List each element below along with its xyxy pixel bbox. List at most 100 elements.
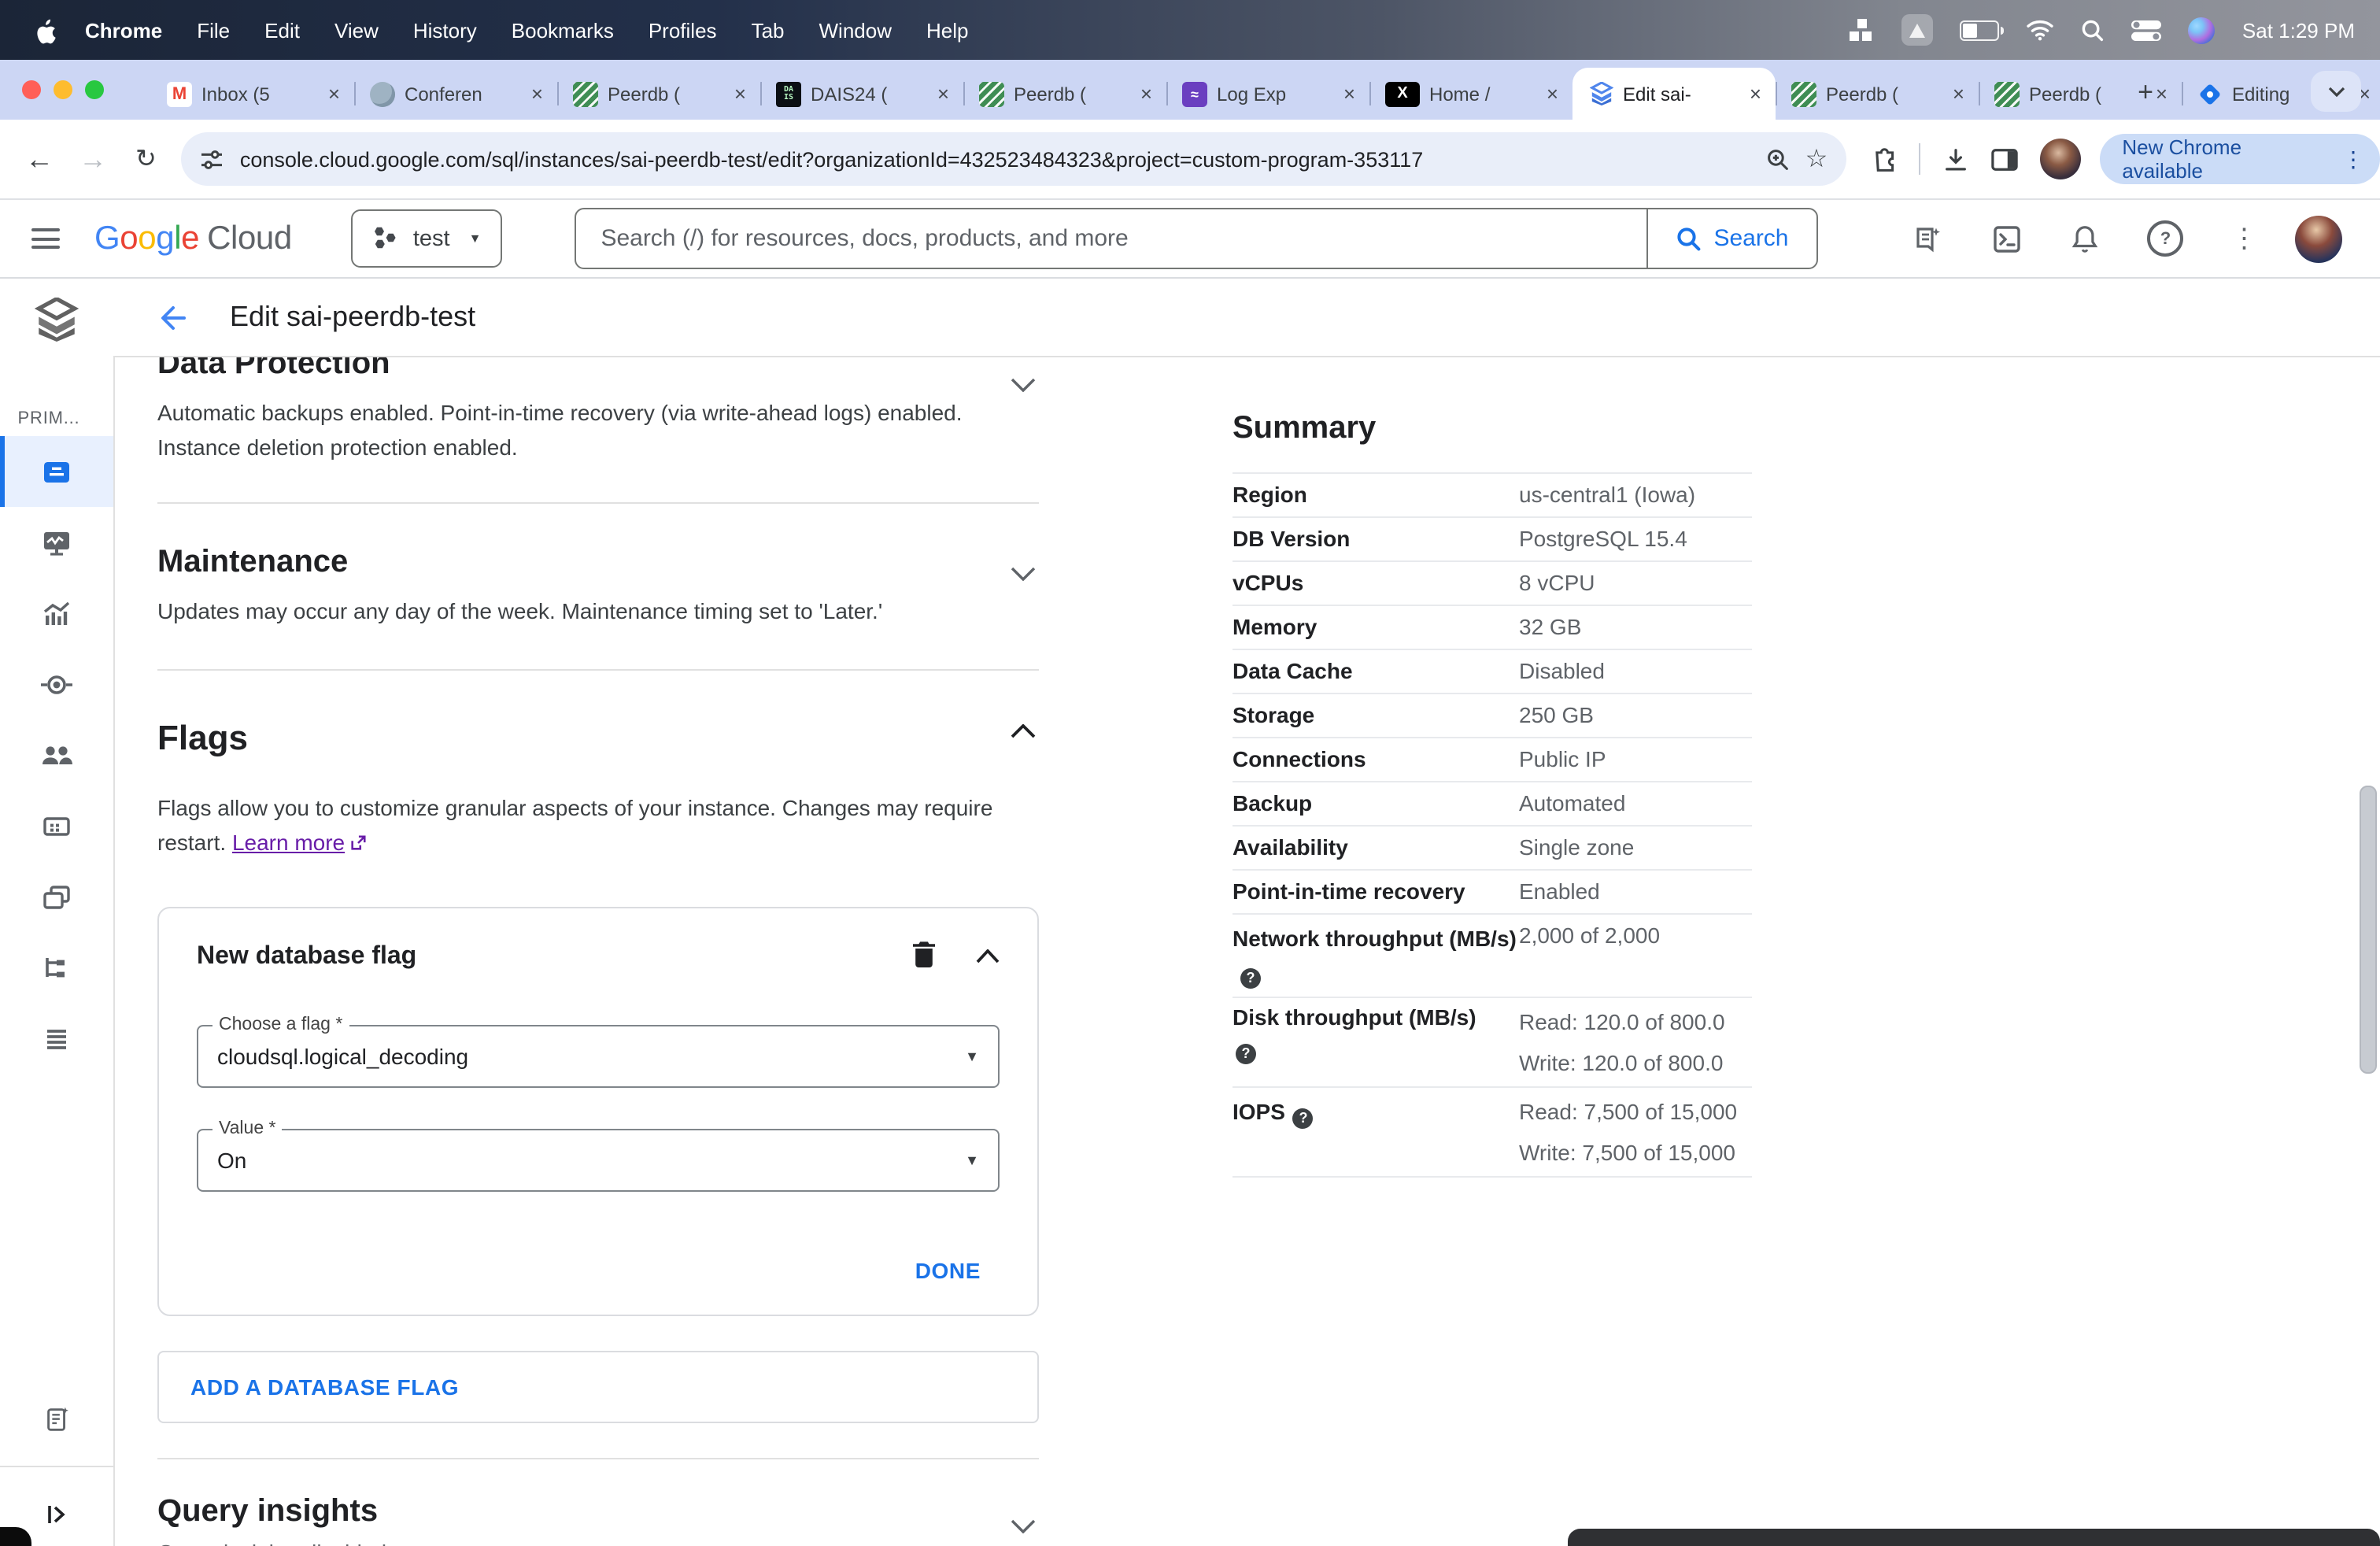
cloud-shell-icon[interactable]	[1992, 223, 2023, 254]
notifications-bell-icon[interactable]	[2071, 223, 2101, 254]
sidebar-item-users[interactable]	[0, 719, 113, 790]
side-panel-icon[interactable]	[1991, 147, 2019, 171]
summary-panel: Summary Region us-central1 (Iowa) DB Vers…	[1232, 357, 1752, 1178]
download-icon[interactable]	[1942, 146, 1969, 172]
learn-more-link[interactable]: Learn more	[232, 830, 345, 855]
help-icon[interactable]: ?	[1292, 1108, 1314, 1128]
forward-icon[interactable]: →	[79, 142, 107, 176]
menu-help[interactable]: Help	[926, 18, 969, 42]
menu-bar-clock[interactable]: Sat 1:29 PM	[2242, 18, 2355, 42]
menu-file[interactable]: File	[197, 18, 230, 42]
release-notes-icon[interactable]	[1913, 223, 1945, 254]
tab-overflow-button[interactable]	[2311, 71, 2361, 112]
project-selector[interactable]: test ▼	[351, 209, 502, 268]
menubar-app-icon[interactable]	[1901, 14, 1934, 46]
menu-bookmarks[interactable]: Bookmarks	[512, 18, 614, 42]
section-flags: Flags Flags allow you to customize granu…	[157, 718, 1039, 860]
tab-log-explorer[interactable]: ≈ Log Exp ×	[1166, 68, 1369, 120]
battery-icon[interactable]	[1960, 20, 2005, 40]
siri-icon[interactable]	[2188, 17, 2216, 43]
flag-value-select[interactable]: Value * On ▼	[197, 1119, 1000, 1192]
close-icon[interactable]: ×	[730, 82, 751, 105]
google-cloud-logo[interactable]: Google Cloud	[94, 220, 292, 257]
cloud-search-button[interactable]: Search	[1646, 208, 1819, 269]
divider	[157, 502, 1039, 504]
menu-app-name[interactable]: Chrome	[85, 18, 162, 42]
delete-flag-icon[interactable]	[911, 940, 937, 968]
cloud-search-field[interactable]	[574, 208, 1648, 269]
url-text[interactable]: console.cloud.google.com/sql/instances/s…	[240, 147, 1750, 171]
back-arrow-icon[interactable]	[157, 301, 189, 333]
menu-window[interactable]: Window	[819, 18, 893, 42]
browser-profile-avatar[interactable]	[2040, 139, 2082, 179]
new-tab-button[interactable]: +	[2125, 72, 2166, 113]
extensions-icon[interactable]	[1868, 145, 1897, 173]
menu-edit[interactable]: Edit	[264, 18, 300, 42]
choose-flag-select[interactable]: Choose a flag * cloudsql.logical_decodin…	[197, 1015, 1000, 1088]
spotlight-search-icon[interactable]	[2082, 18, 2105, 42]
tabs: M Inbox (5 × Conferen × Peerdb ( × DA IS …	[151, 68, 2380, 120]
expand-section-icon[interactable]	[1011, 378, 1036, 392]
back-icon[interactable]: ←	[25, 142, 54, 176]
close-icon[interactable]: ×	[1339, 82, 1360, 105]
sidebar-item-release-notes[interactable]	[0, 1387, 113, 1450]
done-button[interactable]: DONE	[915, 1258, 981, 1283]
tab-inbox[interactable]: M Inbox (5 ×	[151, 68, 354, 120]
more-menu-icon[interactable]: ⋮	[2336, 146, 2371, 172]
help-icon[interactable]: ?	[1236, 1044, 1256, 1064]
expand-section-icon[interactable]	[1011, 567, 1036, 581]
collapse-card-icon[interactable]	[976, 949, 1000, 963]
close-icon[interactable]: ×	[527, 82, 548, 105]
sidebar-item-system-insights[interactable]	[0, 507, 113, 578]
address-bar[interactable]: console.cloud.google.com/sql/instances/s…	[181, 132, 1847, 186]
tab-peerdb-2[interactable]: Peerdb ( ×	[963, 68, 1166, 120]
help-icon[interactable]: ?	[1240, 968, 1261, 989]
close-icon[interactable]: ×	[323, 82, 345, 105]
hamburger-menu-icon[interactable]	[31, 223, 60, 254]
vertical-scrollbar[interactable]	[2360, 786, 2377, 1074]
close-icon[interactable]: ×	[1948, 82, 1969, 105]
tab-dais[interactable]: DA IS DAIS24 ( ×	[760, 68, 963, 120]
tab-edit-sai-active[interactable]: Edit sai- ×	[1572, 68, 1776, 120]
chrome-update-button[interactable]: New Chrome available ⋮	[2100, 134, 2380, 184]
bottom-dark-panel	[1568, 1529, 2380, 1546]
menu-tab[interactable]: Tab	[752, 18, 785, 42]
add-database-flag-button[interactable]: ADD A DATABASE FLAG	[157, 1351, 1039, 1423]
cloud-search-input[interactable]	[597, 224, 1624, 253]
sidebar-item-overview[interactable]	[0, 436, 113, 507]
bookmark-star-icon[interactable]: ☆	[1805, 143, 1828, 175]
sidebar-item-connections[interactable]	[0, 649, 113, 719]
zoom-in-icon[interactable]	[1766, 147, 1790, 171]
wifi-icon[interactable]	[2027, 19, 2055, 41]
reload-icon[interactable]: ↻	[135, 143, 157, 175]
control-center-icon[interactable]	[2131, 20, 2162, 40]
sidebar-item-databases[interactable]	[0, 790, 113, 861]
expand-section-icon[interactable]	[1011, 1519, 1036, 1533]
window-grid-icon[interactable]	[1850, 18, 1876, 42]
sidebar-item-operations[interactable]	[0, 1003, 113, 1074]
minimize-window-button[interactable]	[54, 80, 72, 99]
close-icon[interactable]: ×	[933, 82, 954, 105]
tab-peerdb-1[interactable]: Peerdb ( ×	[557, 68, 760, 120]
menu-history[interactable]: History	[413, 18, 477, 42]
sidebar-item-replicas[interactable]	[0, 932, 113, 1003]
menu-view[interactable]: View	[334, 18, 379, 42]
close-icon[interactable]: ×	[1745, 82, 1766, 105]
collapse-section-icon[interactable]	[1011, 724, 1036, 738]
account-avatar[interactable]	[2295, 215, 2343, 262]
maximize-window-button[interactable]	[85, 80, 104, 99]
apple-logo-icon[interactable]	[35, 17, 57, 43]
sidebar-item-backups[interactable]	[0, 861, 113, 932]
section-description: Automatic backups enabled. Point-in-time…	[157, 400, 963, 460]
close-window-button[interactable]	[22, 80, 41, 99]
site-settings-icon[interactable]	[201, 147, 224, 171]
tab-x-home[interactable]: X Home / ×	[1369, 68, 1572, 120]
help-icon[interactable]: ?	[2147, 220, 2184, 257]
close-icon[interactable]: ×	[1542, 82, 1563, 105]
close-icon[interactable]: ×	[1136, 82, 1157, 105]
sidebar-item-query-insights[interactable]	[0, 578, 113, 649]
menu-profiles[interactable]: Profiles	[649, 18, 717, 42]
tab-conference[interactable]: Conferen ×	[354, 68, 557, 120]
header-more-icon[interactable]: ⋮	[2231, 223, 2258, 254]
tab-peerdb-3[interactable]: Peerdb ( ×	[1776, 68, 1979, 120]
